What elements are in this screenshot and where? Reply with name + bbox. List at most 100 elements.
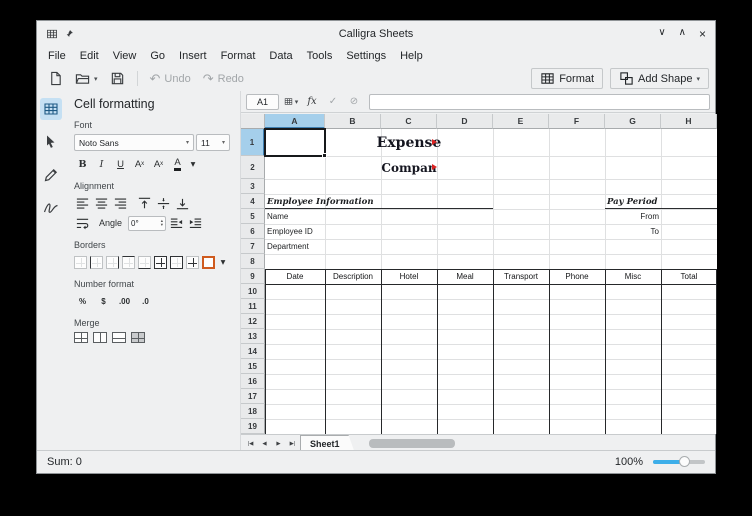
column-header-c[interactable]: C [381, 114, 437, 129]
cell-employee-id-label[interactable]: Employee ID [267, 224, 313, 239]
cell-title[interactable]: Expense [325, 129, 493, 156]
first-sheet-button[interactable]: |◀ [244, 437, 257, 451]
redo-button[interactable]: ↷ Redo [198, 69, 249, 89]
row-header-18[interactable]: 18 [241, 404, 265, 419]
open-document-button[interactable]: ▾ [70, 69, 103, 88]
merge-cells-button[interactable] [74, 332, 88, 343]
wrap-text-button[interactable] [74, 215, 91, 231]
valign-top-button[interactable] [136, 195, 153, 211]
indent-increase-button[interactable] [187, 215, 204, 231]
column-header-b[interactable]: B [325, 114, 381, 129]
select-all-corner[interactable] [241, 114, 265, 129]
zoom-slider[interactable] [653, 460, 705, 464]
subscript-button[interactable]: Ax [150, 156, 167, 172]
row-header-6[interactable]: 6 [241, 224, 265, 239]
table-header-phone[interactable]: Phone [549, 269, 605, 284]
column-header-f[interactable]: F [549, 114, 605, 129]
font-size-select[interactable]: 11 ▾ [196, 134, 230, 151]
align-center-button[interactable] [93, 195, 110, 211]
column-header-e[interactable]: E [493, 114, 549, 129]
valign-bottom-button[interactable] [174, 195, 191, 211]
row-header-15[interactable]: 15 [241, 359, 265, 374]
column-header-g[interactable]: G [605, 114, 661, 129]
row-header-14[interactable]: 14 [241, 344, 265, 359]
row-header-17[interactable]: 17 [241, 389, 265, 404]
row-header-11[interactable]: 11 [241, 299, 265, 314]
cell-reference-dropdown[interactable]: ▾ [282, 94, 300, 110]
unmerge-cells-button[interactable] [131, 332, 145, 343]
row-header-7[interactable]: 7 [241, 239, 265, 254]
merge-horizontal-button[interactable] [93, 332, 107, 343]
table-header-misc[interactable]: Misc [605, 269, 661, 284]
row-header-8[interactable]: 8 [241, 254, 265, 269]
border-color-chevron[interactable]: ▾ [218, 254, 228, 270]
column-header-d[interactable]: D [437, 114, 493, 129]
tool-selection-cursor[interactable] [40, 131, 62, 153]
horizontal-scrollbar-thumb[interactable] [369, 439, 455, 448]
tool-table[interactable] [40, 98, 62, 120]
cell-reference-box[interactable]: A1 [246, 94, 279, 110]
horizontal-scrollbar[interactable] [361, 439, 707, 448]
menu-file[interactable]: File [41, 48, 73, 64]
menu-edit[interactable]: Edit [73, 48, 106, 64]
align-left-button[interactable] [74, 195, 91, 211]
add-shape-button[interactable]: Add Shape ▾ [610, 68, 709, 89]
border-outline-button[interactable] [170, 256, 183, 269]
valign-middle-button[interactable] [155, 195, 172, 211]
border-bottom-button[interactable] [138, 256, 151, 269]
spin-down-icon[interactable]: ▾ [161, 223, 163, 227]
menu-view[interactable]: View [106, 48, 144, 64]
row-header-1[interactable]: 1 [241, 129, 265, 156]
function-button[interactable]: fx [303, 94, 321, 110]
cell-to-label[interactable]: To [605, 224, 659, 239]
row-header-2[interactable]: 2 [241, 156, 265, 179]
new-document-button[interactable] [43, 69, 68, 88]
angle-spinbox[interactable]: 0° ▴▾ [128, 216, 166, 231]
row-header-19[interactable]: 19 [241, 419, 265, 434]
align-right-button[interactable] [112, 195, 129, 211]
zoom-slider-thumb[interactable] [679, 456, 690, 467]
menu-go[interactable]: Go [143, 48, 172, 64]
table-header-date[interactable]: Date [265, 269, 325, 284]
cell-employee-information[interactable]: Employee Information [267, 194, 374, 209]
row-header-12[interactable]: 12 [241, 314, 265, 329]
titlebar[interactable]: Calligra Sheets ∨ ∧ × [37, 21, 715, 46]
underline-button[interactable]: U [112, 156, 129, 172]
border-none-button[interactable] [74, 256, 87, 269]
row-header-9[interactable]: 9 [241, 269, 265, 284]
row-header-10[interactable]: 10 [241, 284, 265, 299]
column-header-h[interactable]: H [661, 114, 717, 129]
row-header-13[interactable]: 13 [241, 329, 265, 344]
decrease-precision-button[interactable]: .0 [137, 293, 154, 309]
row-header-5[interactable]: 5 [241, 209, 265, 224]
column-header-a[interactable]: A [265, 114, 325, 129]
currency-format-button[interactable]: $ [95, 293, 112, 309]
superscript-button[interactable]: Ax [131, 156, 148, 172]
tool-pen[interactable] [40, 164, 62, 186]
border-top-button[interactable] [122, 256, 135, 269]
cell-from-label[interactable]: From [605, 209, 659, 224]
previous-sheet-button[interactable]: ◀ [258, 437, 271, 451]
border-all-button[interactable] [154, 256, 167, 269]
menu-format[interactable]: Format [214, 48, 263, 64]
menu-help[interactable]: Help [393, 48, 430, 64]
border-right-button[interactable] [106, 256, 119, 269]
row-header-3[interactable]: 3 [241, 179, 265, 194]
table-header-hotel[interactable]: Hotel [381, 269, 437, 284]
cell-pay-period[interactable]: Pay Period [607, 194, 657, 209]
italic-button[interactable]: I [93, 156, 110, 172]
merge-vertical-button[interactable] [112, 332, 126, 343]
border-color-button[interactable] [202, 256, 215, 269]
row-header-4[interactable]: 4 [241, 194, 265, 209]
cell-name-label[interactable]: Name [267, 209, 288, 224]
tool-freehand[interactable] [40, 197, 62, 219]
spreadsheet-grid[interactable]: A B C D E F G H 1 2 3 4 5 6 7 8 9 10 11 … [241, 114, 717, 434]
indent-decrease-button[interactable] [168, 215, 185, 231]
maximize-button[interactable]: ∧ [679, 27, 686, 41]
menu-insert[interactable]: Insert [172, 48, 214, 64]
next-sheet-button[interactable]: ▶ [272, 437, 285, 451]
font-color-button[interactable]: A [169, 156, 186, 172]
menu-data[interactable]: Data [262, 48, 299, 64]
formula-input[interactable] [369, 94, 710, 110]
selection-fill-handle[interactable] [322, 153, 327, 158]
